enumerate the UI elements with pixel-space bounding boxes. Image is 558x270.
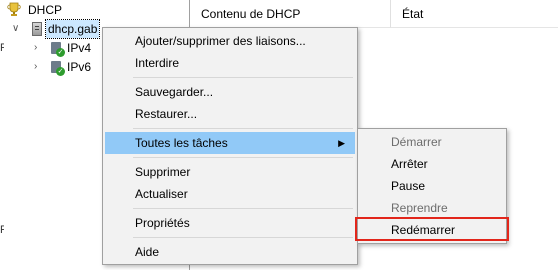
tree-label-ipv4: IPv4 xyxy=(67,41,92,55)
tree-node-dhcp-root[interactable]: DHCP xyxy=(0,1,188,19)
submenu-item-stop[interactable]: Arrêter xyxy=(360,153,504,175)
context-menu: Ajouter/supprimer des liaisons... Interd… xyxy=(102,27,358,265)
menu-item-backup[interactable]: Sauvegarder... xyxy=(105,81,355,103)
submenu-item-start[interactable]: Démarrer xyxy=(360,131,504,153)
ipv6-scope-icon: ✓ xyxy=(51,61,65,76)
tree-label-dhcp: DHCP xyxy=(28,3,63,17)
submenu-item-restart[interactable]: Redémarrer xyxy=(360,219,504,241)
dhcp-trophy-icon xyxy=(7,2,21,17)
submenu-item-pause[interactable]: Pause xyxy=(360,175,504,197)
column-header-status[interactable]: État xyxy=(391,0,558,28)
menu-separator xyxy=(133,208,353,209)
submenu-item-resume[interactable]: Reprendre xyxy=(360,197,504,219)
menu-item-delete[interactable]: Supprimer xyxy=(105,161,355,183)
all-tasks-submenu: Démarrer Arrêter Pause Reprendre Redémar… xyxy=(357,128,507,244)
menu-item-refresh[interactable]: Actualiser xyxy=(105,183,355,205)
menu-item-properties[interactable]: Propriétés xyxy=(105,212,355,234)
check-icon: ✓ xyxy=(56,48,65,57)
ipv4-scope-icon: ✓ xyxy=(51,42,65,57)
menu-separator xyxy=(133,157,353,158)
menu-item-all-tasks[interactable]: Toutes les tâches ▶ xyxy=(105,132,355,154)
server-icon xyxy=(32,22,42,36)
menu-item-help[interactable]: Aide xyxy=(105,241,355,263)
column-header-contents[interactable]: Contenu de DHCP xyxy=(190,0,391,28)
submenu-arrow-icon: ▶ xyxy=(338,138,345,148)
menu-item-restore[interactable]: Restaurer... xyxy=(105,103,355,125)
clipped-label-fragment: F xyxy=(0,224,4,236)
menu-item-all-tasks-label: Toutes les tâches xyxy=(135,136,228,150)
tree-label-ipv6: IPv6 xyxy=(67,60,92,74)
chevron-right-icon[interactable]: › xyxy=(34,58,37,76)
tree-label-server: dhcp.gab xyxy=(44,19,101,39)
menu-separator xyxy=(133,237,353,238)
chevron-right-icon[interactable]: › xyxy=(34,39,37,57)
menu-separator xyxy=(133,77,353,78)
chevron-down-icon[interactable]: ∨ xyxy=(12,20,19,38)
menu-item-add-remove-bindings[interactable]: Ajouter/supprimer des liaisons... xyxy=(105,30,355,52)
check-icon: ✓ xyxy=(56,67,65,76)
menu-separator xyxy=(133,128,353,129)
menu-item-unauthorize[interactable]: Interdire xyxy=(105,52,355,74)
